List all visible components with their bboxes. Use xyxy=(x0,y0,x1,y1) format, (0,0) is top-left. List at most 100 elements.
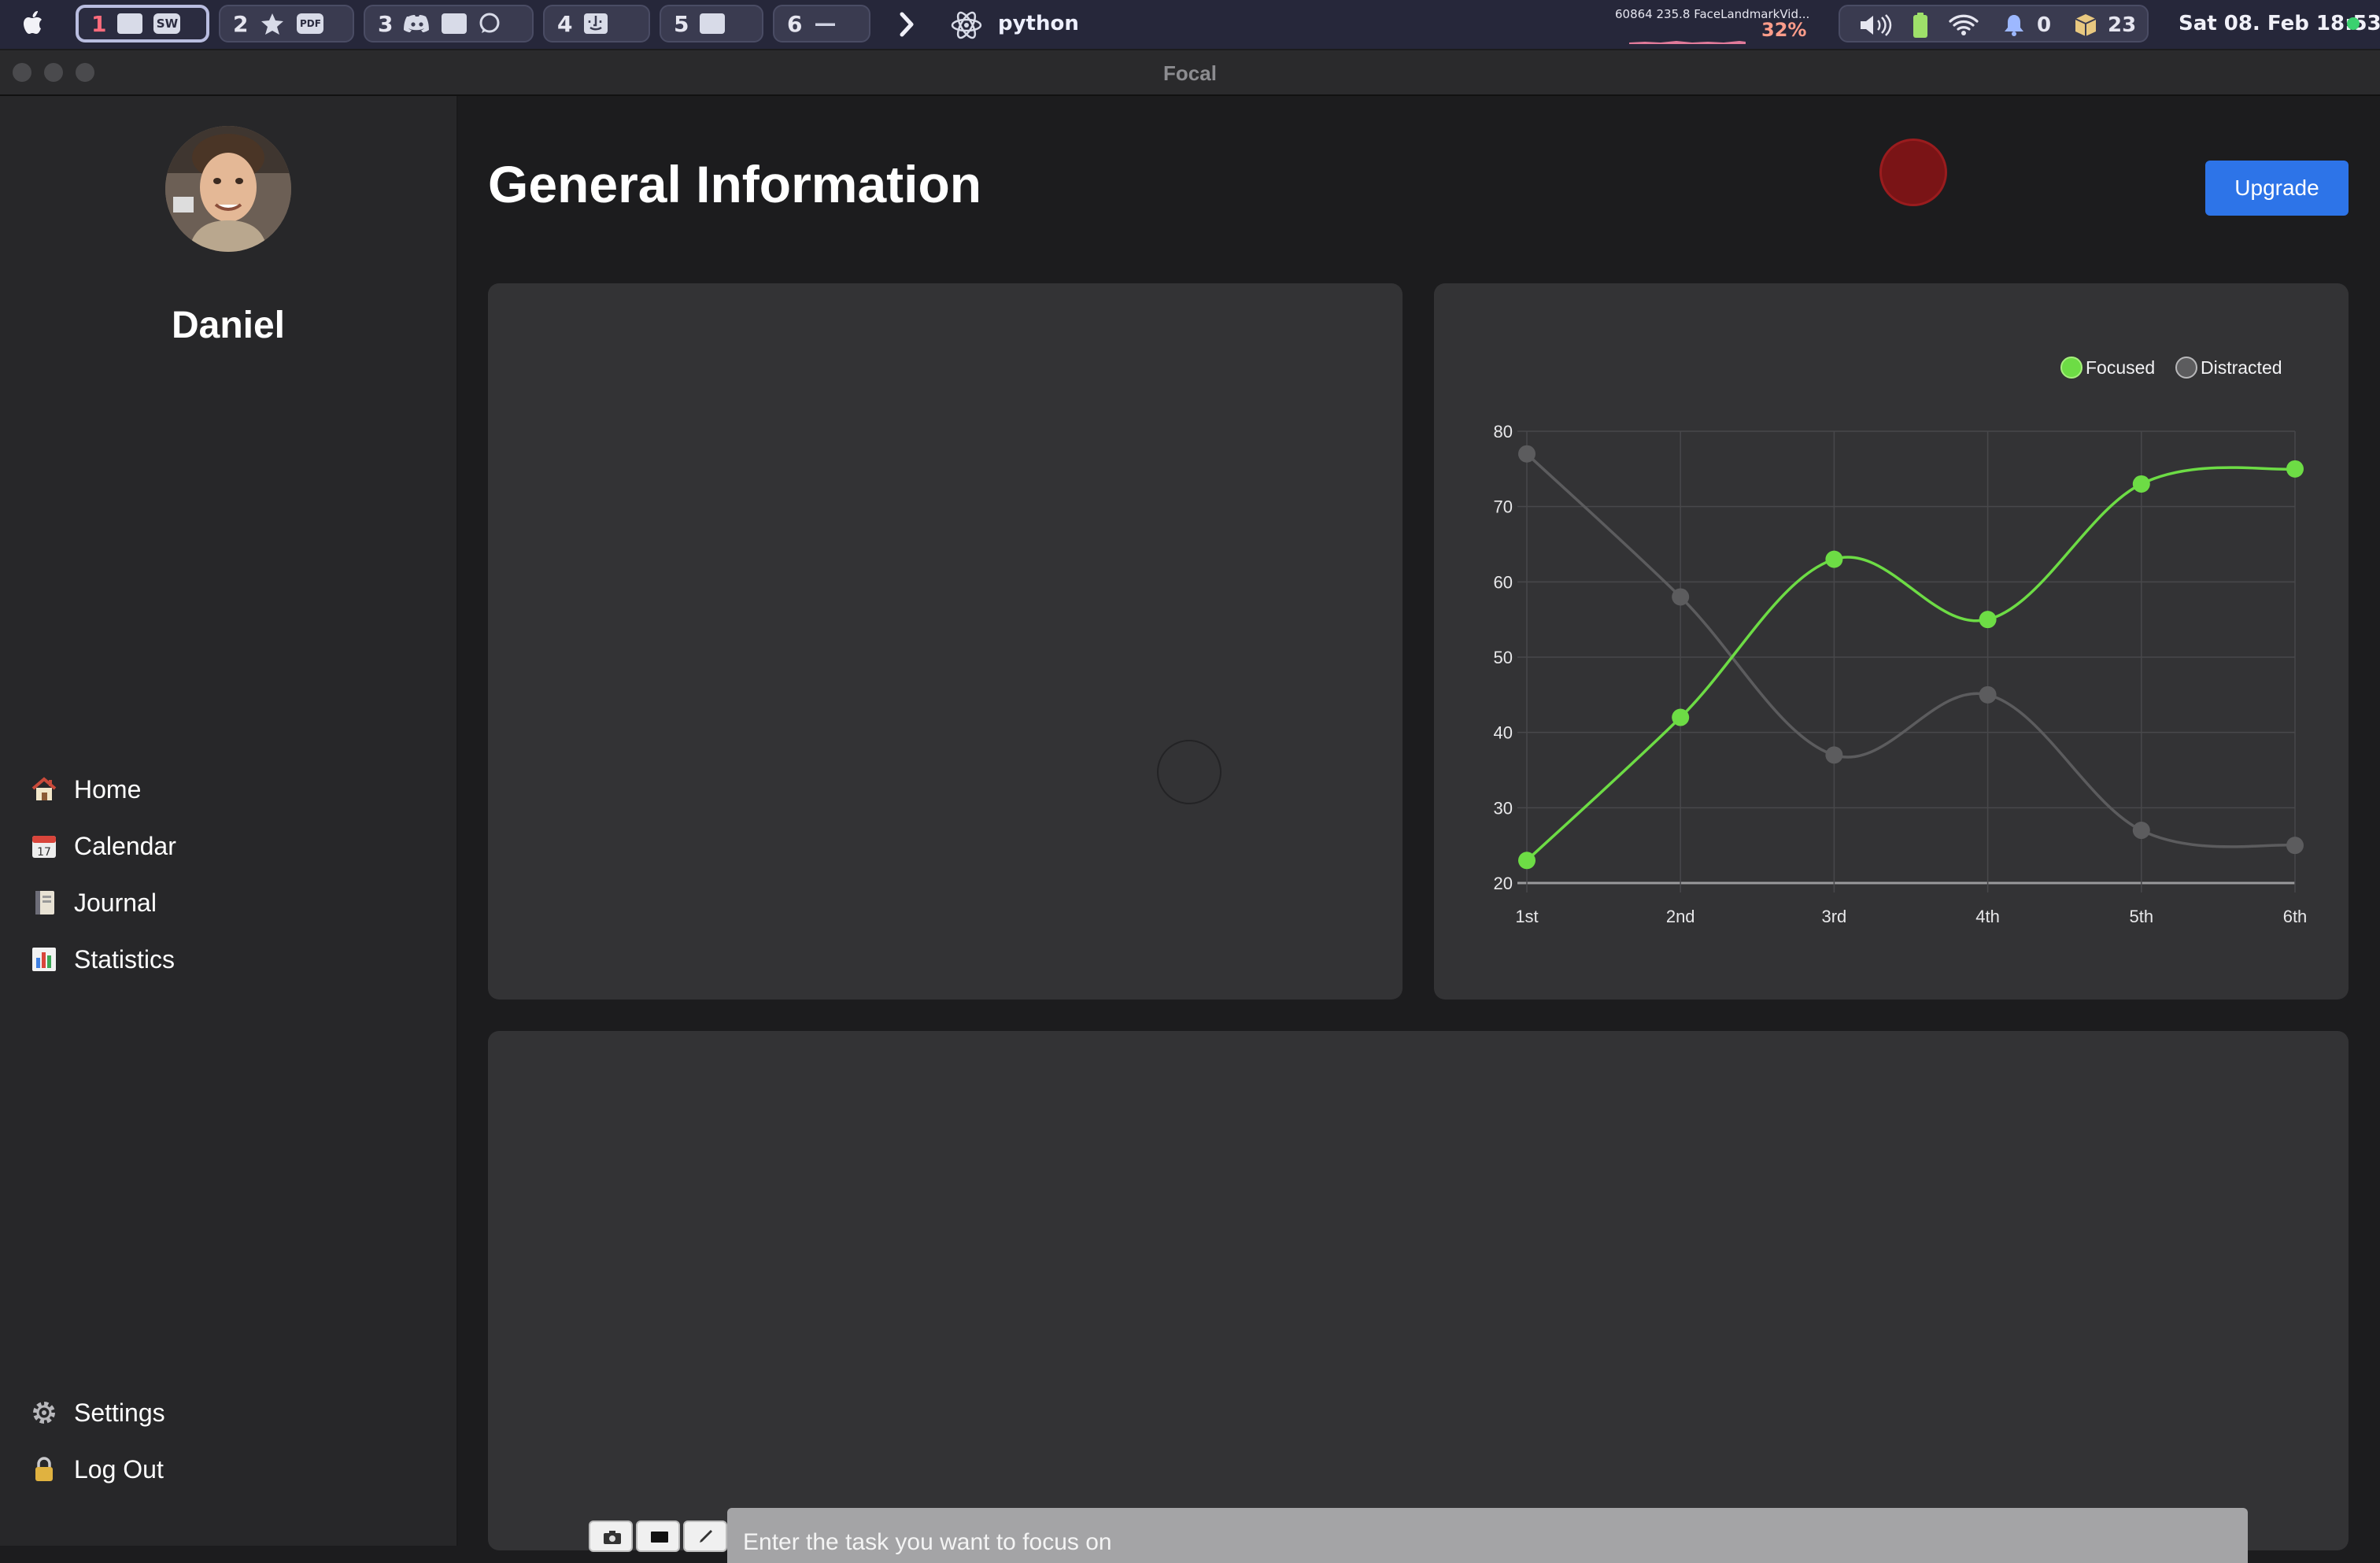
recording-indicator[interactable] xyxy=(1879,139,1947,206)
front-app-name[interactable]: python xyxy=(998,12,1079,35)
menu-bar: 1 SW 2 PDF 3 4 5 6 — python 60864 235.8 … xyxy=(0,0,2380,49)
data-point-distracted xyxy=(1672,588,1690,606)
username: Daniel xyxy=(171,305,286,346)
data-point-focused xyxy=(1825,550,1843,568)
apple-icon[interactable] xyxy=(19,8,49,39)
nav-home[interactable]: Home xyxy=(30,770,141,809)
data-point-focused xyxy=(1518,852,1536,870)
data-point-focused xyxy=(2132,475,2150,493)
window-icon xyxy=(442,13,468,34)
nav-label: Statistics xyxy=(74,944,176,974)
cpu-graph xyxy=(1629,41,1746,44)
legend-label: Focused xyxy=(2086,357,2155,378)
workspace-2[interactable]: 2 PDF xyxy=(219,5,354,42)
y-tick-label: 80 xyxy=(1494,422,1513,442)
page-title: General Information xyxy=(488,155,982,213)
workspace-number: 3 xyxy=(378,10,394,37)
pen-tool-button[interactable] xyxy=(683,1521,727,1552)
nav-journal[interactable]: Journal xyxy=(30,883,157,922)
packages-count: 23 xyxy=(2108,13,2137,37)
data-point-focused xyxy=(1672,708,1690,726)
loading-spinner xyxy=(1157,740,1221,804)
workspace-number: 4 xyxy=(557,10,573,37)
monitor-icon xyxy=(651,1532,668,1543)
volume-icon[interactable] xyxy=(1859,14,1894,36)
legend-swatch xyxy=(2060,357,2082,379)
window-icon xyxy=(117,13,143,34)
window-title-bar[interactable]: Focal xyxy=(0,50,2380,96)
profile-photo xyxy=(165,126,291,252)
data-point-distracted xyxy=(1979,685,1997,704)
bar-chart-icon xyxy=(32,948,56,971)
focus-chart-panel: 20 30 40 50 60 70 80 1st 2nd 3rd 4th 5th 6th Focused D… xyxy=(1434,283,2349,1000)
status-dot xyxy=(2347,17,2360,30)
pdf-icon: PDF xyxy=(297,13,324,34)
workspace-number: 6 xyxy=(787,10,803,37)
window-title: Focal xyxy=(1163,61,1217,85)
workspace-number: 5 xyxy=(674,10,689,37)
workspace-5[interactable]: 5 xyxy=(660,5,763,42)
atom-app-icon xyxy=(951,11,982,39)
camera-tool-button[interactable] xyxy=(589,1521,633,1552)
nav-label: Journal xyxy=(74,888,157,917)
x-tick-label: 2nd xyxy=(1666,907,1695,926)
dash-icon: — xyxy=(814,10,837,36)
calendar-icon: 17 xyxy=(32,836,56,859)
y-tick-label: 60 xyxy=(1494,572,1513,592)
nav-statistics[interactable]: Statistics xyxy=(30,940,175,979)
x-tick-label: 6th xyxy=(2283,907,2308,926)
notebook-icon xyxy=(35,891,54,915)
series-line-focused xyxy=(1525,466,2296,862)
whatsapp-icon xyxy=(479,13,500,33)
data-point-distracted xyxy=(2286,837,2304,855)
data-point-distracted xyxy=(1825,746,1843,764)
wifi-icon[interactable] xyxy=(1949,14,1979,36)
package-icon[interactable] xyxy=(2073,13,2098,38)
data-point-distracted xyxy=(1518,445,1536,463)
x-tick-label: 3rd xyxy=(1822,907,1847,926)
svg-text:17: 17 xyxy=(37,846,51,859)
screen-tool-button[interactable] xyxy=(636,1521,680,1552)
camera-icon xyxy=(604,1531,621,1544)
chevron-right-icon[interactable] xyxy=(896,9,918,39)
x-tick-label: 5th xyxy=(2130,907,2154,926)
avatar[interactable] xyxy=(165,126,291,252)
workspace-number: 1 xyxy=(91,10,107,37)
y-tick-label: 20 xyxy=(1494,874,1513,893)
workspace-3[interactable]: 3 xyxy=(364,5,534,42)
y-tick-label: 50 xyxy=(1494,648,1513,667)
sw-app-icon: SW xyxy=(153,13,181,34)
battery-icon[interactable] xyxy=(1913,13,1928,38)
cpu-percent: 32% xyxy=(1761,19,1807,41)
pen-icon xyxy=(700,1530,712,1543)
house-icon xyxy=(31,777,57,800)
workspace-6[interactable]: 6 — xyxy=(773,5,870,42)
data-point-focused xyxy=(1979,611,1997,629)
legend-label: Distracted xyxy=(2201,357,2282,378)
y-tick-label: 40 xyxy=(1494,723,1513,743)
notifications-count: 0 xyxy=(2037,13,2052,37)
workspace-4[interactable]: 4 xyxy=(543,5,650,42)
x-tick-label: 4th xyxy=(1975,907,2000,926)
nav-calendar[interactable]: 17 Calendar xyxy=(30,826,176,866)
nav-settings[interactable]: Settings xyxy=(30,1393,165,1432)
nav-label: Home xyxy=(74,774,142,804)
bell-icon[interactable] xyxy=(2002,13,2026,37)
window-icon xyxy=(700,13,726,34)
task-input[interactable] xyxy=(727,1508,2248,1563)
gear-icon xyxy=(33,1402,55,1424)
workspace-number: 2 xyxy=(233,10,249,37)
finder-icon xyxy=(584,13,608,34)
task-panel xyxy=(488,1031,2349,1550)
nav-label: Log Out xyxy=(74,1454,164,1484)
focus-line-chart: 20 30 40 50 60 70 80 1st 2nd 3rd 4th 5th 6th Focused D… xyxy=(1494,357,2308,926)
lock-icon xyxy=(35,1457,53,1481)
star-app-icon xyxy=(261,13,284,35)
sidebar: Daniel Home 17 Calendar Journal Statisti… xyxy=(0,96,458,1546)
upgrade-button[interactable]: Upgrade xyxy=(2205,161,2349,216)
data-point-focused xyxy=(2286,460,2304,478)
data-point-distracted xyxy=(2132,822,2150,840)
workspace-1[interactable]: 1 SW xyxy=(76,5,209,42)
nav-log-out[interactable]: Log Out xyxy=(30,1450,164,1489)
discord-icon xyxy=(404,15,430,32)
